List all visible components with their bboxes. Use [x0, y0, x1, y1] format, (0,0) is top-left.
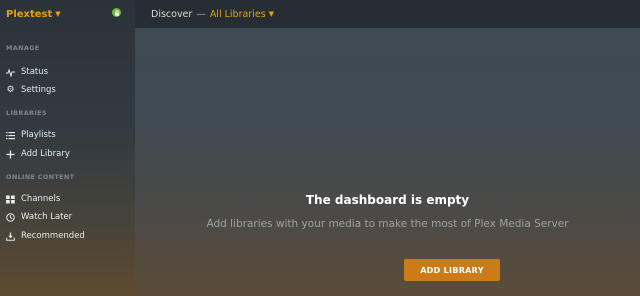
sidebar-item-recommended[interactable]: Recommended [6, 229, 85, 243]
server-selector[interactable]: Plextest ▼ [0, 0, 135, 28]
top-bar: Discover — All Libraries ▼ [135, 0, 640, 28]
sidebar-item-label: Playlists [21, 130, 56, 140]
breadcrumb-discover[interactable]: Discover [151, 9, 192, 20]
sidebar-item-playlists[interactable]: Playlists [6, 128, 56, 142]
plus-icon [6, 150, 15, 159]
sidebar-item-add-library[interactable]: Add Library [6, 147, 70, 161]
breadcrumb-all-libraries[interactable]: All Libraries [210, 9, 266, 20]
chevron-down-icon[interactable]: ▼ [55, 10, 60, 18]
chevron-down-icon[interactable]: ▼ [269, 10, 274, 18]
sidebar-item-label: Add Library [21, 149, 70, 159]
sidebar-item-label: Settings [21, 85, 56, 95]
add-library-button[interactable]: ADD LIBRARY [404, 259, 500, 281]
sidebar-item-label: Status [21, 67, 49, 77]
empty-state-subtitle: Add libraries with your media to make th… [206, 218, 569, 230]
sidebar-item-label: Channels [21, 194, 61, 204]
empty-state-title: The dashboard is empty [305, 193, 470, 207]
sidebar: Plextest ▼ MANAGE Status ⚙ Settings LIBR… [0, 0, 135, 296]
main-content: The dashboard is empty Add libraries wit… [135, 28, 640, 296]
activity-icon [6, 67, 15, 77]
breadcrumb-separator: — [196, 8, 206, 20]
sidebar-item-channels[interactable]: Channels [6, 192, 60, 206]
download-icon [6, 232, 15, 241]
grid-icon [6, 195, 15, 204]
sidebar-item-watch-later[interactable]: Watch Later [6, 210, 72, 224]
section-manage: MANAGE [6, 44, 40, 52]
sidebar-item-label: Recommended [21, 231, 85, 241]
clock-icon [6, 212, 15, 222]
section-online-content: ONLINE CONTENT [6, 173, 75, 181]
sidebar-item-status[interactable]: Status [6, 65, 48, 79]
section-libraries: LIBRARIES [6, 109, 47, 117]
sidebar-item-settings[interactable]: ⚙ Settings [6, 83, 56, 97]
list-icon [6, 131, 15, 140]
server-name[interactable]: Plextest [6, 9, 52, 20]
sidebar-item-label: Watch Later [21, 212, 73, 222]
lock-icon [112, 8, 121, 17]
gear-icon: ⚙ [6, 85, 15, 95]
